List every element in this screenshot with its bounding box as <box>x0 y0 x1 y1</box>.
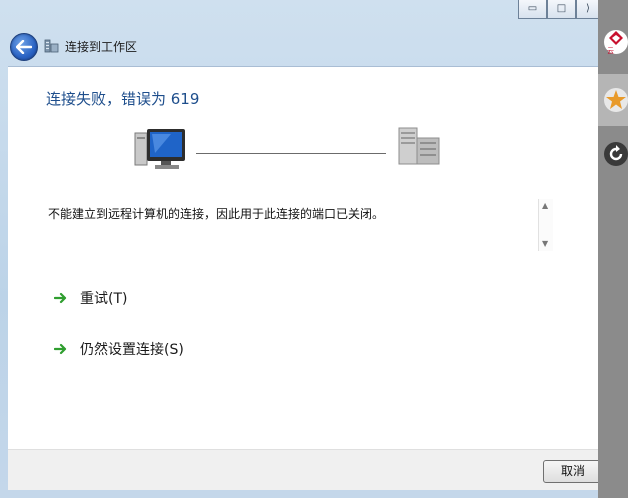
maximize-button[interactable]: □ <box>547 0 576 19</box>
side-panel: 云 <box>598 0 628 498</box>
setup-anyway-link[interactable]: 仍然设置连接(S) <box>54 339 184 359</box>
green-arrow-icon <box>54 292 67 304</box>
retry-label: 重试(T) <box>80 291 128 307</box>
computer-icon <box>134 129 185 169</box>
server-icon <box>398 127 440 165</box>
close-icon: ⟩ <box>586 3 590 14</box>
green-arrow-icon <box>54 343 67 355</box>
star-app-icon[interactable] <box>604 80 628 120</box>
error-message: 不能建立到远程计算机的连接，因此用于此连接的端口已关闭。 <box>48 207 385 221</box>
dialog-window: ▭ □ ⟩ 连接到工作区 连接失败，错误为 619 不能建立到远程计算机的连接，… <box>0 0 603 498</box>
setup-anyway-label: 仍然设置连接(S) <box>80 342 184 358</box>
app-badge-text: 云 <box>607 47 614 55</box>
back-button[interactable] <box>10 33 38 61</box>
minimize-icon: ▭ <box>527 3 538 14</box>
close-button[interactable]: ⟩ <box>576 0 600 19</box>
connection-line <box>196 153 386 154</box>
dialog-footer: 取消 <box>8 449 603 490</box>
page-title: 连接失败，错误为 619 <box>46 90 200 108</box>
app-logo-icon[interactable]: 云 <box>604 22 628 62</box>
window-controls: ▭ □ ⟩ <box>518 0 600 20</box>
workplace-connection-icon <box>44 39 59 53</box>
maximize-icon: □ <box>556 3 567 14</box>
content-pane: 连接失败，错误为 619 不能建立到远程计算机的连接，因此用于此连接的端口已关闭… <box>8 66 598 450</box>
title-bar: ▭ □ ⟩ 连接到工作区 <box>0 0 600 66</box>
back-arrow-icon <box>16 40 32 54</box>
retry-link[interactable]: 重试(T) <box>54 288 127 308</box>
error-message-box: 不能建立到远程计算机的连接，因此用于此连接的端口已关闭。 <box>44 199 554 253</box>
breadcrumb: 连接到工作区 <box>65 40 138 54</box>
scroll-down-icon[interactable]: ▼ <box>542 239 548 248</box>
scroll-up-icon[interactable]: ▲ <box>542 201 548 210</box>
message-scrollbar[interactable]: ▲ ▼ <box>538 199 553 251</box>
refresh-icon[interactable] <box>604 134 628 174</box>
minimize-button[interactable]: ▭ <box>518 0 547 19</box>
cancel-button[interactable]: 取消 <box>543 460 603 483</box>
